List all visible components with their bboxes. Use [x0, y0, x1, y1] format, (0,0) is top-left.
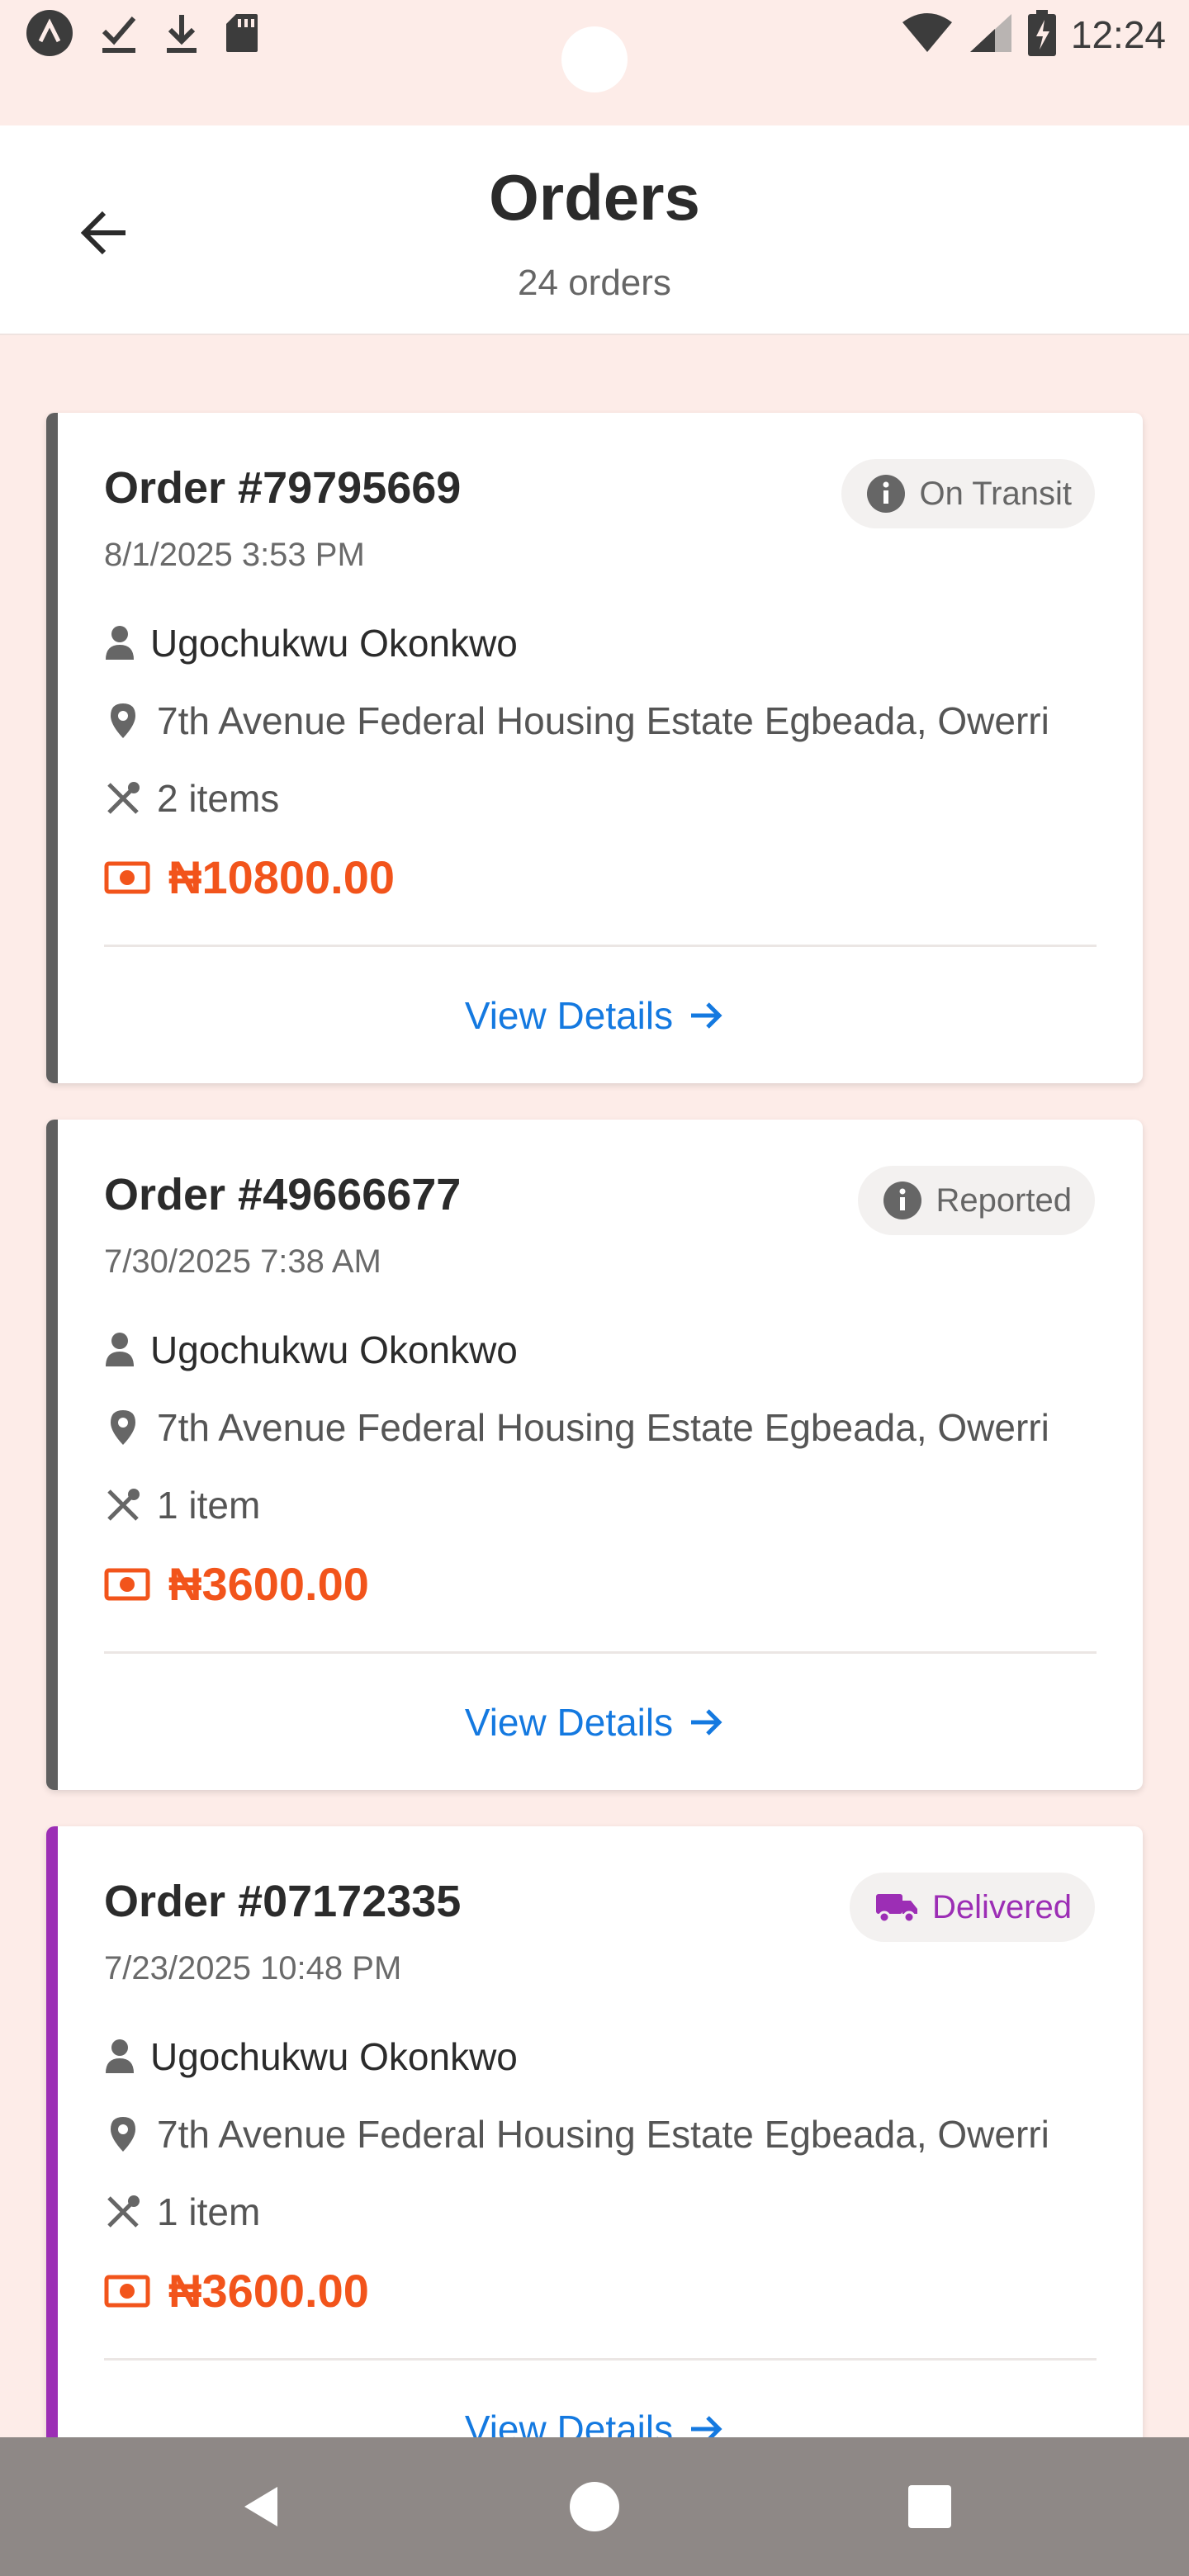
- money-icon: [104, 2275, 150, 2307]
- app-a-icon: [25, 8, 74, 62]
- card-divider: [104, 1651, 1097, 1654]
- utensils-icon: [107, 782, 140, 814]
- nav-home-button[interactable]: [561, 2474, 628, 2540]
- view-details-label: View Details: [464, 1701, 674, 1744]
- nav-recents-button[interactable]: [897, 2474, 963, 2540]
- view-details-label: View Details: [464, 994, 674, 1037]
- order-date: 7/23/2025 10:48 PM: [104, 1950, 402, 1986]
- order-number: Order #49666677: [104, 1170, 462, 1219]
- delivery-address: 7th Avenue Federal Housing Estate Egbead…: [157, 699, 1049, 742]
- order-count: 24 orders: [518, 263, 671, 303]
- location-pin-icon: [111, 703, 135, 738]
- info-icon: [867, 475, 906, 513]
- home-circle-icon: [570, 2482, 619, 2531]
- address-row: 7th Avenue Federal Housing Estate Egbead…: [104, 2112, 1049, 2157]
- status-badge: On Transit: [841, 459, 1095, 528]
- customer-row: Ugochukwu Okonkwo: [104, 621, 518, 665]
- location-pin-icon: [111, 2117, 135, 2152]
- arrow-right-icon: [691, 1002, 722, 1029]
- order-amount: ₦3600.00: [168, 2265, 369, 2317]
- order-date: 8/1/2025 3:53 PM: [104, 537, 365, 573]
- status-badge: Reported: [858, 1166, 1095, 1235]
- amount-row: ₦10800.00: [104, 850, 395, 904]
- order-date: 7/30/2025 7:38 AM: [104, 1243, 381, 1280]
- system-nav-bar: [0, 2437, 1189, 2576]
- order-number: Order #79795669: [104, 463, 462, 513]
- customer-row: Ugochukwu Okonkwo: [104, 1328, 518, 1372]
- camera-cutout: [561, 26, 628, 92]
- order-amount: ₦10800.00: [168, 851, 396, 903]
- customer-name: Ugochukwu Okonkwo: [150, 1328, 518, 1371]
- address-row: 7th Avenue Federal Housing Estate Egbead…: [104, 1405, 1049, 1450]
- order-card[interactable]: Order #49666677 7/30/2025 7:38 AM Report…: [46, 1120, 1143, 1790]
- order-amount: ₦3600.00: [168, 1558, 369, 1610]
- item-count: 1 item: [157, 2190, 261, 2233]
- status-bar: 12:24: [0, 0, 1189, 125]
- utensils-icon: [107, 2195, 140, 2228]
- truck-icon: [876, 1894, 918, 1924]
- delivery-address: 7th Avenue Federal Housing Estate Egbead…: [157, 2113, 1049, 2156]
- order-number: Order #07172335: [104, 1877, 462, 1926]
- items-row: 2 items: [104, 776, 279, 821]
- items-row: 1 item: [104, 1483, 260, 1527]
- status-label: On Transit: [919, 475, 1072, 512]
- status-badge: Delivered: [850, 1873, 1095, 1942]
- user-icon: [106, 1333, 134, 1366]
- info-icon: [883, 1181, 922, 1219]
- item-count: 1 item: [157, 1484, 261, 1527]
- customer-name: Ugochukwu Okonkwo: [150, 622, 518, 665]
- address-row: 7th Avenue Federal Housing Estate Egbead…: [104, 698, 1049, 743]
- battery-charging-icon: [1027, 9, 1056, 60]
- app-header: Orders 24 orders: [0, 125, 1189, 335]
- amount-row: ₦3600.00: [104, 1557, 369, 1611]
- download-icon: [163, 12, 200, 59]
- utensils-icon: [107, 1489, 140, 1521]
- status-time: 12:24: [1070, 13, 1166, 56]
- card-divider: [104, 2358, 1097, 2361]
- view-details-link[interactable]: View Details: [46, 983, 1143, 1049]
- view-details-link[interactable]: View Details: [46, 1689, 1143, 1755]
- status-label: Reported: [936, 1181, 1072, 1219]
- user-icon: [106, 626, 134, 660]
- order-card[interactable]: Order #79795669 8/1/2025 3:53 PM On Tran…: [46, 413, 1143, 1083]
- delivery-address: 7th Avenue Federal Housing Estate Egbead…: [157, 1406, 1049, 1449]
- recents-square-icon: [908, 2485, 951, 2528]
- sd-card-icon: [225, 12, 259, 58]
- back-triangle-icon: [244, 2487, 277, 2526]
- item-count: 2 items: [157, 777, 280, 820]
- money-icon: [104, 861, 150, 893]
- order-card[interactable]: Order #07172335 7/23/2025 10:48 PM Deliv…: [46, 1826, 1143, 2497]
- user-icon: [106, 2039, 134, 2073]
- money-icon: [104, 1568, 150, 1600]
- customer-row: Ugochukwu Okonkwo: [104, 2034, 518, 2079]
- amount-row: ₦3600.00: [104, 2264, 369, 2318]
- customer-name: Ugochukwu Okonkwo: [150, 2035, 518, 2078]
- location-pin-icon: [111, 1410, 135, 1445]
- wifi-icon: [901, 12, 954, 58]
- signal-icon: [969, 12, 1013, 58]
- status-label: Delivered: [932, 1888, 1072, 1925]
- page-title: Orders: [489, 161, 700, 234]
- nav-back-button[interactable]: [228, 2474, 294, 2540]
- check-download-icon: [99, 12, 139, 59]
- items-row: 1 item: [104, 2190, 260, 2234]
- arrow-right-icon: [691, 1709, 722, 1735]
- card-divider: [104, 945, 1097, 947]
